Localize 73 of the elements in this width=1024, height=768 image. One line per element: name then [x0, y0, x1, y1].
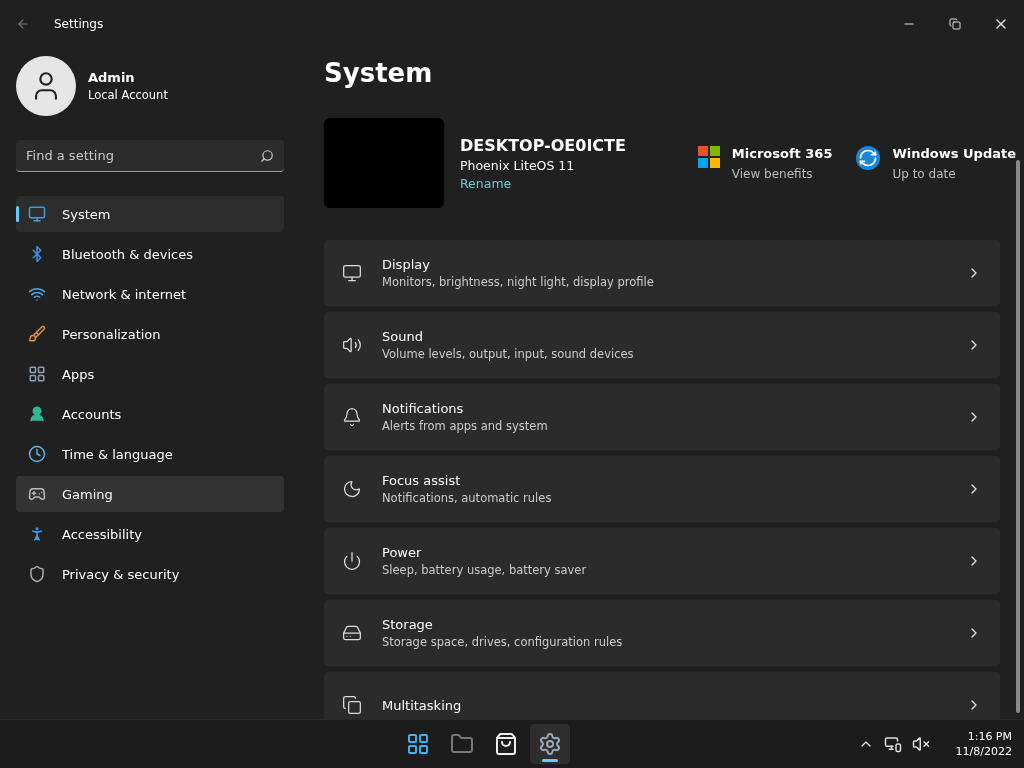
speaker-icon: [342, 335, 362, 355]
scrollbar[interactable]: [1016, 160, 1020, 713]
card-subtitle: Alerts from apps and system: [382, 419, 549, 433]
shield-icon: [28, 565, 46, 583]
active-indicator: [541, 759, 558, 762]
sidebar-item[interactable]: Privacy & security: [16, 556, 284, 592]
card-title: Multitasking: [382, 697, 463, 713]
promo-title[interactable]: Windows Update: [892, 145, 1016, 161]
page-title: System: [324, 58, 434, 88]
card-title: Display: [382, 257, 431, 272]
card-subtitle: Notifications, automatic rules: [382, 491, 553, 505]
promo-subtitle: Up to date: [892, 166, 957, 181]
card-subtitle: Storage space, drives, configuration rules: [382, 635, 624, 649]
settings-card[interactable]: Notifications Alerts from apps and system: [324, 384, 1000, 450]
sidebar-item[interactable]: System: [16, 196, 284, 232]
bell-icon: [342, 407, 362, 427]
settings-card[interactable]: Power Sleep, battery usage, battery saver: [324, 528, 1000, 594]
paintbrush-icon: [28, 325, 46, 343]
sync-arrows-icon: [856, 145, 881, 170]
sidebar-item[interactable]: Network & internet: [16, 276, 284, 312]
network-icon[interactable]: [883, 735, 902, 753]
wifi-icon: [28, 285, 46, 303]
settings-card[interactable]: Display Monitors, brightness, night light, display profile: [324, 240, 1000, 306]
account-name: Admin: [88, 70, 136, 85]
windows-stack-icon: [342, 695, 362, 715]
monitor-icon: [28, 205, 46, 223]
back-icon[interactable]: [16, 17, 30, 31]
card-subtitle: Sleep, battery usage, battery saver: [382, 563, 588, 577]
card-title: Notifications: [382, 401, 465, 416]
os-name: Phoenix LiteOS 11: [460, 157, 576, 173]
promo-subtitle: View benefits: [731, 166, 814, 181]
store-bag-icon: [493, 732, 518, 756]
selection-indicator: [16, 206, 19, 222]
device-name: DESKTOP-OE0ICTE: [460, 135, 627, 155]
restore-icon: [949, 18, 961, 30]
drive-icon: [342, 623, 362, 643]
avatar-circle: [16, 56, 76, 116]
window-title: Settings: [54, 17, 105, 31]
search-icon[interactable]: [260, 149, 274, 163]
settings-card[interactable]: Sound Volume levels, output, input, sound devices: [324, 312, 1000, 378]
taskbar-app-button[interactable]: [529, 724, 570, 764]
moon-icon: [342, 479, 362, 499]
sidebar-item[interactable]: Gaming: [16, 476, 284, 512]
gear-icon: [537, 732, 562, 756]
apps-grid-icon: [28, 365, 46, 383]
sidebar-item[interactable]: Time & language: [16, 436, 284, 472]
settings-card[interactable]: Storage Storage space, drives, configuration rules: [324, 600, 1000, 666]
four-squares-logo-icon: [697, 145, 720, 168]
sidebar-item[interactable]: Apps: [16, 356, 284, 392]
card-title: Sound: [382, 329, 424, 344]
sidebar-item[interactable]: Bluetooth & devices: [16, 236, 284, 272]
person-icon: [28, 405, 46, 423]
sidebar-item[interactable]: Accounts: [16, 396, 284, 432]
folder-icon: [449, 732, 474, 756]
account-type: Local Account: [88, 88, 168, 102]
muted-speaker-icon[interactable]: [911, 735, 930, 753]
settings-card[interactable]: Multitasking: [324, 672, 1000, 719]
clock-time[interactable]: 1:16 PM: [967, 730, 1012, 743]
card-title: Power: [382, 545, 423, 560]
settings-card[interactable]: Focus assist Notifications, automatic rules: [324, 456, 1000, 522]
rename-link[interactable]: Rename: [460, 175, 674, 191]
card-title: Focus assist: [382, 473, 462, 488]
monitor-icon: [342, 263, 362, 283]
card-title: Storage: [382, 617, 434, 632]
sidebar-item[interactable]: Personalization: [16, 316, 284, 352]
power-icon: [342, 551, 362, 571]
clock-date[interactable]: 11/8/2022: [955, 745, 1012, 758]
card-subtitle: Monitors, brightness, night light, display profile: [382, 275, 655, 289]
card-subtitle: Volume levels, output, input, sound devices: [382, 347, 635, 361]
search-field[interactable]: Find a setting: [16, 140, 284, 172]
sidebar-item[interactable]: Accessibility: [16, 516, 284, 552]
gamepad-icon: [28, 485, 46, 503]
promo-title[interactable]: Microsoft 365: [731, 145, 833, 161]
